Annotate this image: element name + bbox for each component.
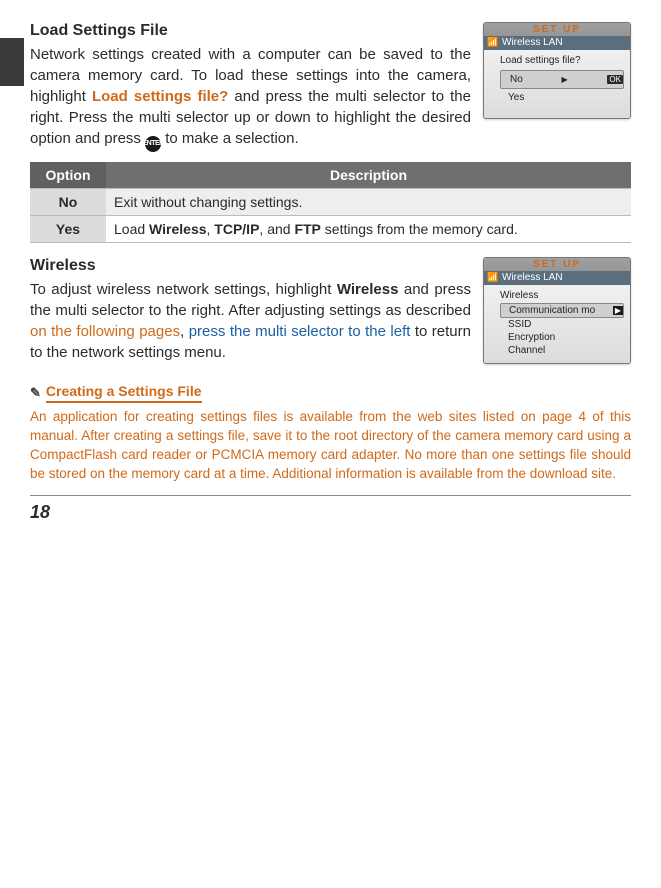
section-wireless: Wireless To adjust wireless network sett… <box>30 257 631 364</box>
screen1-panel: Load settings file? No ▶ OK Yes <box>484 50 630 118</box>
section1-paragraph: Network settings created with a computer… <box>30 44 471 150</box>
table-row: Yes Load Wireless, TCP/IP, and FTP setti… <box>30 215 631 242</box>
screen-load-settings: SET UP Wireless LAN Load settings file? … <box>483 22 631 119</box>
p2-b1: Wireless <box>337 281 399 298</box>
screen2-item-ssid: SSID <box>500 318 624 331</box>
screen2-panel: Wireless Communication mo ▶ SSID Encrypt… <box>484 285 630 363</box>
side-tab <box>0 38 24 86</box>
screen2-item-channel: Channel <box>500 344 624 357</box>
page-number: 18 <box>30 495 631 523</box>
screen1-sub: Wireless LAN <box>484 36 630 50</box>
yd-b2: TCP/IP <box>214 221 259 237</box>
note-body: An application for creating settings fil… <box>30 407 631 483</box>
enter-icon: ENTER <box>145 136 161 152</box>
screen1-option-no: No ▶ OK <box>500 70 624 89</box>
screen2-item0: Communication mo <box>509 305 595 316</box>
p2-link: press the multi selector to the left <box>189 323 411 340</box>
screen2-sub: Wireless LAN <box>484 271 630 285</box>
td-opt-yes: Yes <box>30 215 106 242</box>
screen2-list: Communication mo ▶ SSID Encryption Chann… <box>490 303 624 357</box>
screen1-option-yes: Yes <box>490 89 624 106</box>
th-description: Description <box>106 162 631 189</box>
screen2-item-encryption: Encryption <box>500 331 624 344</box>
right-triangle-icon: ▶ <box>613 306 623 315</box>
section-load-settings: Load Settings File Network settings crea… <box>30 22 631 150</box>
yd-post: settings from the memory card. <box>321 221 518 237</box>
screen2-title: SET UP <box>484 258 630 271</box>
play-icon: ▶ <box>562 75 568 84</box>
yd-pre: Load <box>114 221 149 237</box>
screen1-ok: OK <box>607 75 623 84</box>
section1-text: Load Settings File Network settings crea… <box>30 22 471 150</box>
pencil-icon: ✎ <box>30 383 41 402</box>
yd-b3: FTP <box>294 221 320 237</box>
yd-b1: Wireless <box>149 221 206 237</box>
td-opt-no: No <box>30 188 106 215</box>
th-option: Option <box>30 162 106 189</box>
screen1-question: Load settings file? <box>490 53 624 70</box>
note-section: ✎ Creating a Settings File An applicatio… <box>30 364 631 483</box>
section2-paragraph: To adjust wireless network settings, hig… <box>30 279 471 363</box>
note-heading: ✎ Creating a Settings File <box>30 382 631 403</box>
yd-s2: , and <box>259 221 294 237</box>
p2-comma: , <box>180 323 189 340</box>
table-header-row: Option Description <box>30 162 631 189</box>
page: Load Settings File Network settings crea… <box>0 0 661 543</box>
p2-pre: To adjust wireless network settings, hig… <box>30 281 337 298</box>
p2-orange: on the following pages <box>30 323 180 340</box>
screen1-title: SET UP <box>484 23 630 36</box>
table-row: No Exit without changing settings. <box>30 188 631 215</box>
screen1-no-label: No <box>510 74 523 85</box>
td-desc-yes: Load Wireless, TCP/IP, and FTP settings … <box>106 215 631 242</box>
section2-heading: Wireless <box>30 257 471 275</box>
screen2-item-comm: Communication mo ▶ <box>500 303 624 318</box>
section2-text: Wireless To adjust wireless network sett… <box>30 257 471 363</box>
options-table: Option Description No Exit without chang… <box>30 162 631 243</box>
note-heading-text: Creating a Settings File <box>46 382 202 403</box>
screen-wireless: SET UP Wireless LAN Wireless Communicati… <box>483 257 631 364</box>
p1-post: to make a selection. <box>161 130 299 147</box>
section1-heading: Load Settings File <box>30 22 471 40</box>
td-desc-no: Exit without changing settings. <box>106 188 631 215</box>
p1-highlight: Load settings file? <box>92 88 228 105</box>
screen2-subhead: Wireless <box>490 288 624 303</box>
